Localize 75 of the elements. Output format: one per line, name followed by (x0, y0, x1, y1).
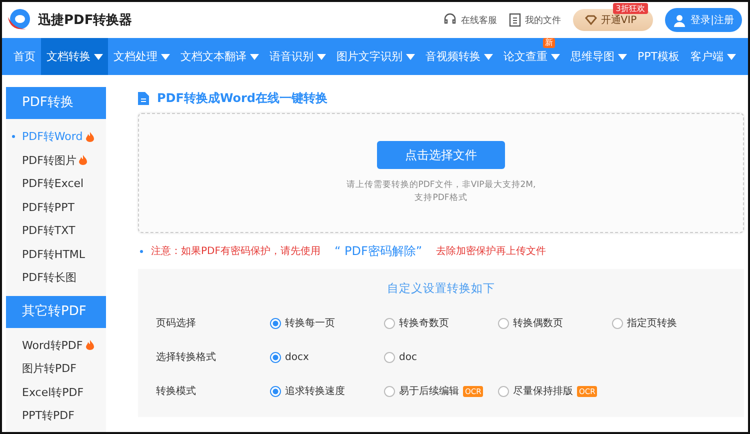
sidebar-item[interactable]: PDF转长图 (6, 266, 106, 290)
logo-text: 迅捷PDF转换器 (38, 12, 132, 29)
nav-tab[interactable]: 首页 (8, 38, 41, 75)
option-label: 追求转换速度 (285, 384, 345, 398)
page-title: PDF转换成Word在线一键转换 (157, 90, 328, 106)
radio-button[interactable] (384, 318, 395, 328)
sidebar-section-title: PDF转换 (6, 87, 106, 119)
option-label: 转换每一页 (285, 317, 335, 330)
flame-icon (86, 340, 94, 350)
upload-area[interactable]: 点击选择文件 请上传需要转换的PDF文件，非VIP最大支持2M, 支持PDF格式 (138, 113, 744, 233)
my-files-link[interactable]: 我的文件 (508, 13, 561, 27)
option-label: 尽量保持排版 (513, 384, 573, 398)
option-label: doc (399, 352, 417, 362)
sidebar-item[interactable]: PDF转PPT (6, 196, 106, 219)
sidebar-item[interactable]: PPT转PDF (6, 404, 106, 428)
radio-button[interactable] (270, 386, 281, 396)
caret-icon (550, 54, 560, 60)
sidebar-item[interactable]: PDF转TXT (6, 219, 106, 242)
nav-tab[interactable]: 文档文本翻译 (175, 38, 264, 75)
radio-button[interactable] (270, 318, 281, 328)
setting-label: 转换模式 (156, 384, 197, 398)
login-button[interactable]: 登录|注册 (664, 8, 742, 32)
radio-button[interactable] (612, 318, 623, 328)
flame-icon (86, 132, 94, 142)
nav-tab[interactable]: 新 论文查重 (498, 38, 565, 75)
document-icon (508, 13, 521, 27)
nav-tab[interactable]: 音视频转换 (420, 38, 498, 75)
caret-icon (726, 54, 736, 60)
setting-label: 选择转换格式 (156, 350, 217, 364)
radio-button[interactable] (498, 318, 509, 328)
settings-title: 自定义设置转换如下 (386, 280, 496, 297)
nav-tab[interactable]: 语音识别 (264, 38, 331, 75)
document-icon (138, 92, 149, 104)
customer-service-link[interactable]: 在线客服 (442, 13, 497, 27)
nav-tab[interactable]: 客户端 (685, 38, 741, 75)
radio-button[interactable] (270, 352, 281, 362)
caret-icon (316, 54, 326, 60)
sidebar-item[interactable]: 图片转PDF (6, 357, 106, 380)
option-label: 转换偶数页 (513, 317, 563, 330)
notice-text: 注意：如果PDF有密码保护，请先使用 (151, 244, 320, 258)
caret-icon (618, 54, 626, 60)
sidebar-section-title: 其它转PDF (6, 296, 106, 328)
promo-badge: 3折狂欢 (612, 3, 648, 14)
radio-button[interactable] (498, 386, 509, 396)
option-label: 易于后续编辑 (399, 384, 459, 398)
option-label: 转换奇数页 (399, 317, 449, 330)
upload-hint: 请上传需要转换的PDF文件，非VIP最大支持2M, 支持PDF格式 (346, 179, 536, 205)
nav-tab[interactable]: 思维导图 (565, 38, 632, 75)
nav-tab[interactable]: 图片文字识别 (331, 38, 420, 75)
caret-icon (160, 54, 170, 60)
sidebar-item[interactable]: Word转PDF (6, 334, 106, 357)
option-label: 指定页转换 (627, 316, 677, 330)
option-label: docx (285, 352, 309, 362)
password-removal-link[interactable]: “ PDF密码解除” (334, 242, 422, 260)
diamond-icon (584, 15, 597, 25)
sidebar-item[interactable]: PDF转HTML (6, 242, 106, 266)
sidebar-item[interactable]: PDF转Word (6, 125, 106, 148)
sidebar-item[interactable]: Excel转PDF (6, 380, 106, 404)
radio-button[interactable] (384, 386, 395, 396)
user-icon (672, 14, 686, 26)
setting-label: 页码选择 (156, 316, 197, 330)
caret-icon (406, 54, 414, 60)
sidebar-item[interactable]: PDF转图片 (6, 148, 106, 172)
flame-icon (79, 155, 88, 166)
nav-tab[interactable]: 文档转换 (41, 38, 108, 75)
nav-tab[interactable]: 文档处理 (108, 38, 175, 75)
caret-icon (484, 54, 492, 60)
radio-button[interactable] (384, 352, 395, 362)
choose-file-button[interactable]: 点击选择文件 (377, 141, 505, 169)
nav-tab[interactable]: PPT模板 (632, 38, 685, 75)
sidebar-item[interactable]: PDF转Excel (6, 172, 106, 196)
caret-icon (94, 54, 102, 60)
notice-text: 去除加密保护再上传文件 (436, 244, 546, 258)
caret-icon (250, 54, 258, 60)
new-badge: 新 (543, 38, 555, 48)
